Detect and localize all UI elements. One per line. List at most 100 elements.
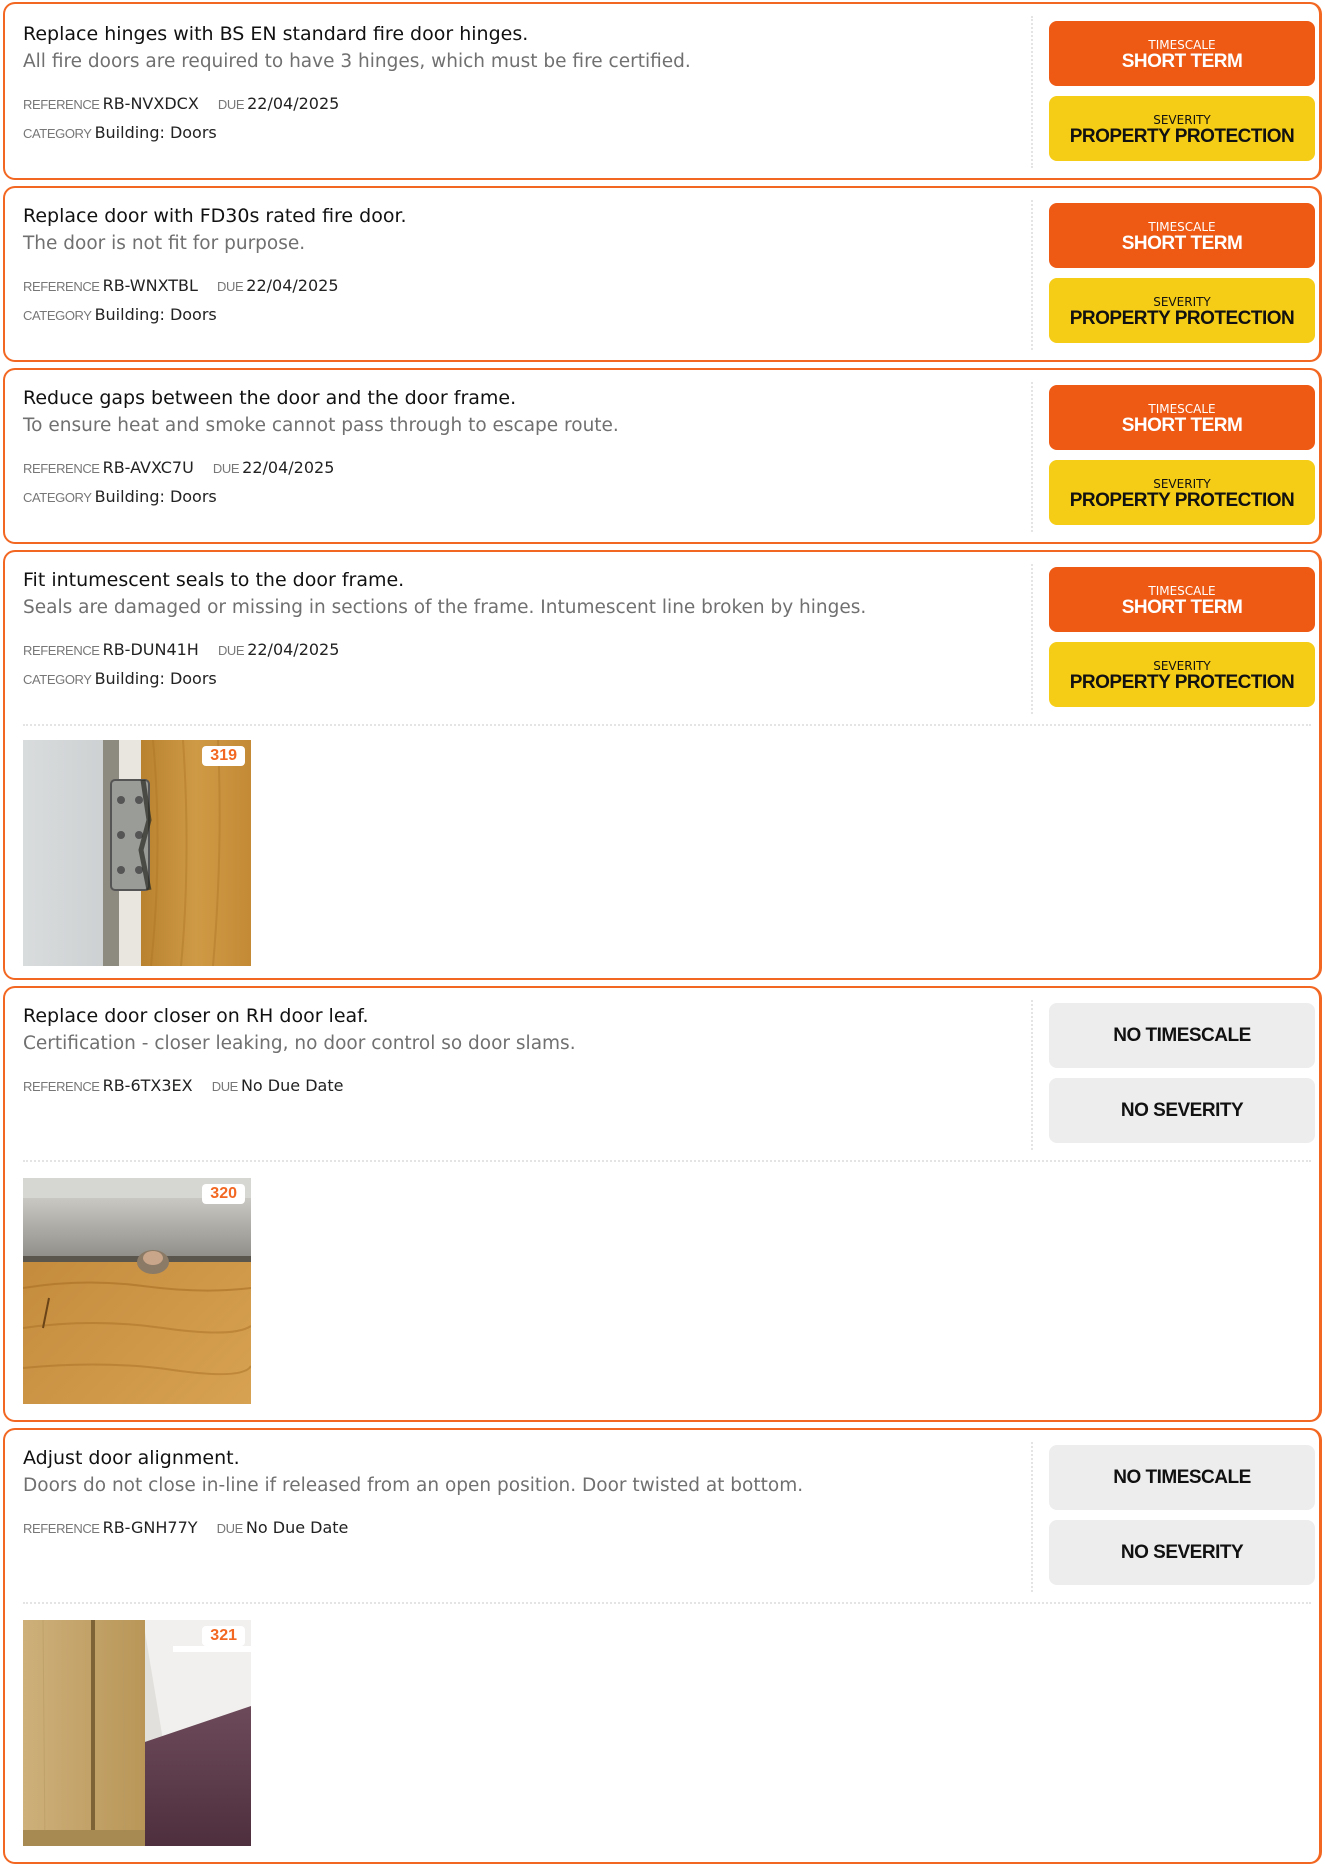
column-divider (1031, 564, 1033, 714)
timescale-pill: TIMESCALE SHORT TERM (1049, 385, 1315, 450)
photo-divider (23, 1160, 1311, 1162)
severity-pill: NO SEVERITY (1049, 1520, 1315, 1585)
timescale-value: SHORT TERM (1121, 597, 1243, 618)
category-label: CATEGORY (23, 308, 92, 323)
severity-value: PROPERTY PROTECTION (1069, 308, 1295, 329)
due-value: No Due Date (240, 1076, 344, 1095)
evidence-photo[interactable]: 320 (23, 1178, 251, 1404)
category-label: CATEGORY (23, 126, 92, 141)
reference-label: REFERENCE (23, 461, 100, 476)
photo-number-badge: 319 (202, 746, 245, 766)
category-value: Building: Doors (94, 123, 217, 142)
action-description: The door is not fit for purpose. (23, 233, 306, 254)
action-title: Replace door with FD30s rated fire door. (23, 205, 407, 227)
reference-label: REFERENCE (23, 643, 100, 658)
action-card: Adjust door alignment. Doors do not clos… (3, 1428, 1322, 1864)
action-title: Fit intumescent seals to the door frame. (23, 569, 405, 591)
severity-value: PROPERTY PROTECTION (1069, 490, 1295, 511)
severity-pill: SEVERITY PROPERTY PROTECTION (1049, 278, 1315, 343)
due-label: DUE (217, 643, 245, 658)
action-card: Replace hinges with BS EN standard fire … (3, 2, 1322, 180)
category-label: CATEGORY (23, 490, 92, 505)
category-label: CATEGORY (23, 672, 92, 687)
action-title: Reduce gaps between the door and the doo… (23, 387, 517, 409)
timescale-value: SHORT TERM (1121, 415, 1243, 436)
reference-value: RB-GNH77Y (102, 1518, 198, 1537)
due-label: DUE (216, 1521, 244, 1536)
severity-pill: SEVERITY PROPERTY PROTECTION (1049, 460, 1315, 525)
evidence-photo[interactable]: 319 (23, 740, 251, 966)
reference-value: RB-AVXC7U (102, 458, 194, 477)
action-description: Seals are damaged or missing in sections… (23, 597, 867, 618)
due-label: DUE (217, 97, 245, 112)
action-title: Replace hinges with BS EN standard fire … (23, 23, 529, 45)
reference-label: REFERENCE (23, 97, 100, 112)
column-divider (1031, 1000, 1033, 1150)
due-label: DUE (217, 279, 244, 294)
action-card: Replace door with FD30s rated fire door.… (3, 186, 1322, 362)
photo-number-badge: 321 (202, 1626, 245, 1646)
photo-divider (23, 1602, 1311, 1604)
action-description: Doors do not close in-line if released f… (23, 1475, 804, 1496)
reference-label: REFERENCE (23, 279, 100, 294)
timescale-label: TIMESCALE (1148, 584, 1216, 598)
severity-pill: NO SEVERITY (1049, 1078, 1315, 1143)
due-label: DUE (212, 461, 240, 476)
photo-number-badge: 320 (202, 1184, 245, 1204)
action-description: To ensure heat and smoke cannot pass thr… (23, 415, 619, 436)
due-value: 22/04/2025 (247, 640, 340, 659)
evidence-photo[interactable]: 321 (23, 1620, 251, 1846)
hinge-photo-image (23, 740, 251, 966)
due-label: DUE (211, 1079, 239, 1094)
column-divider (1031, 1442, 1033, 1592)
timescale-value: NO TIMESCALE (1113, 1025, 1251, 1046)
severity-value: PROPERTY PROTECTION (1069, 126, 1295, 147)
action-description: All fire doors are required to have 3 hi… (23, 51, 691, 72)
severity-pill: SEVERITY PROPERTY PROTECTION (1049, 642, 1315, 707)
timescale-label: TIMESCALE (1148, 402, 1216, 416)
photo-divider (23, 724, 1311, 726)
reference-value: RB-NVXDCX (102, 94, 199, 113)
severity-label: SEVERITY (1153, 113, 1211, 127)
severity-pill: SEVERITY PROPERTY PROTECTION (1049, 96, 1315, 161)
reference-value: RB-WNXTBL (102, 276, 198, 295)
alignment-photo-image (23, 1620, 251, 1846)
category-value: Building: Doors (94, 487, 217, 506)
column-divider (1031, 200, 1033, 350)
category-value: Building: Doors (94, 669, 217, 688)
timescale-pill: NO TIMESCALE (1049, 1445, 1315, 1510)
action-title: Adjust door alignment. (23, 1447, 240, 1469)
timescale-value: NO TIMESCALE (1113, 1467, 1251, 1488)
timescale-value: SHORT TERM (1121, 233, 1243, 254)
timescale-label: TIMESCALE (1148, 38, 1216, 52)
severity-label: SEVERITY (1153, 659, 1211, 673)
action-card: Fit intumescent seals to the door frame.… (3, 550, 1322, 980)
severity-label: SEVERITY (1153, 295, 1211, 309)
timescale-pill: TIMESCALE SHORT TERM (1049, 567, 1315, 632)
reference-label: REFERENCE (23, 1521, 100, 1536)
reference-label: REFERENCE (23, 1079, 100, 1094)
timescale-label: TIMESCALE (1148, 220, 1216, 234)
category-value: Building: Doors (94, 305, 217, 324)
due-value: 22/04/2025 (247, 94, 340, 113)
severity-value: NO SEVERITY (1120, 1100, 1244, 1121)
column-divider (1031, 382, 1033, 532)
column-divider (1031, 16, 1033, 168)
timescale-pill: TIMESCALE SHORT TERM (1049, 21, 1315, 86)
timescale-pill: TIMESCALE SHORT TERM (1049, 203, 1315, 268)
due-value: 22/04/2025 (246, 276, 339, 295)
reference-value: RB-DUN41H (102, 640, 199, 659)
reference-value: RB-6TX3EX (102, 1076, 193, 1095)
timescale-value: SHORT TERM (1121, 51, 1243, 72)
due-value: 22/04/2025 (242, 458, 335, 477)
action-description: Certification - closer leaking, no door … (23, 1033, 576, 1054)
action-card: Reduce gaps between the door and the doo… (3, 368, 1322, 544)
severity-label: SEVERITY (1153, 477, 1211, 491)
closer-photo-image (23, 1178, 251, 1404)
severity-value: NO SEVERITY (1120, 1542, 1244, 1563)
timescale-pill: NO TIMESCALE (1049, 1003, 1315, 1068)
action-title: Replace door closer on RH door leaf. (23, 1005, 369, 1027)
severity-value: PROPERTY PROTECTION (1069, 672, 1295, 693)
action-card: Replace door closer on RH door leaf. Cer… (3, 986, 1322, 1422)
due-value: No Due Date (245, 1518, 349, 1537)
